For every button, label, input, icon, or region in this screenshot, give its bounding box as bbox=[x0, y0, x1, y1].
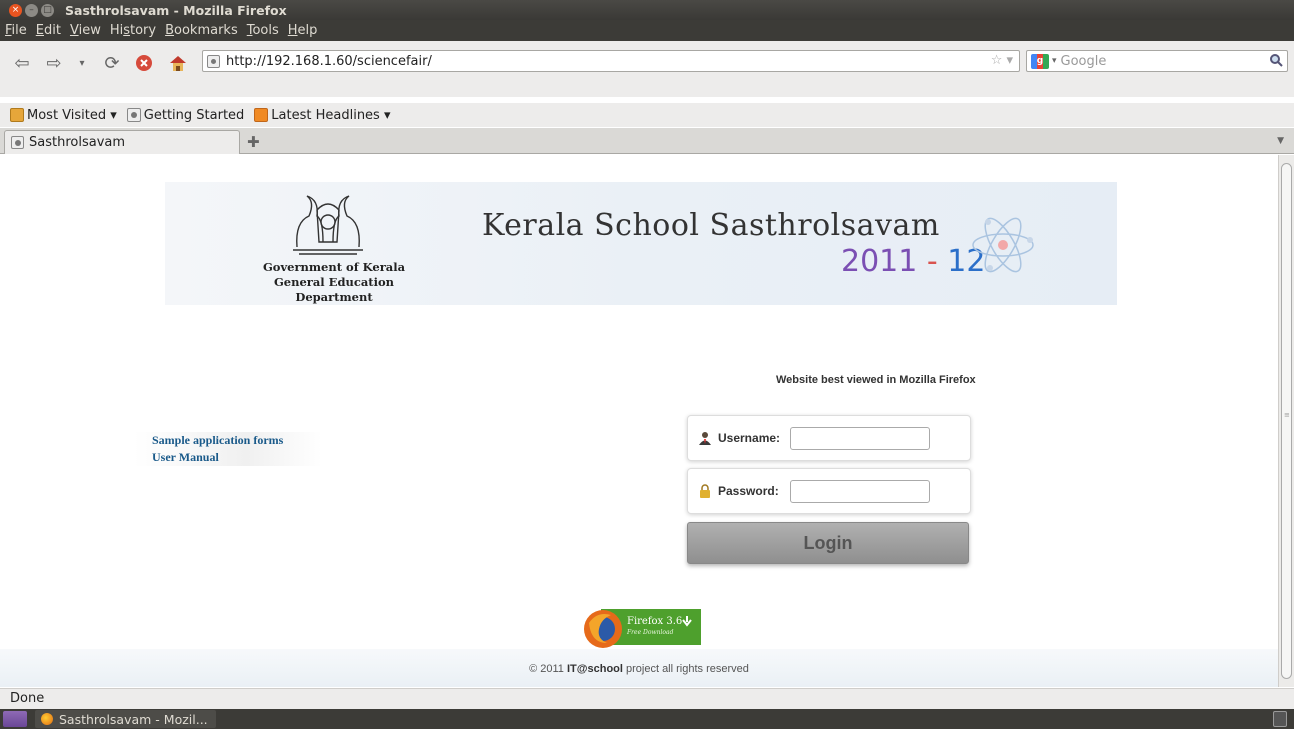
firefox-icon bbox=[41, 713, 53, 725]
rss-icon bbox=[254, 108, 269, 122]
back-arrow-icon: ⇦ bbox=[14, 52, 30, 74]
password-label: Password: bbox=[718, 484, 779, 498]
window-titlebar: × – □ Sasthrolsavam - Mozilla Firefox bbox=[0, 0, 1294, 20]
menu-view[interactable]: View bbox=[70, 23, 101, 38]
password-input[interactable] bbox=[790, 479, 930, 503]
lock-icon bbox=[698, 484, 712, 498]
banner-year: 2011 - 12 bbox=[841, 244, 985, 279]
footer-brand: IT@school bbox=[566, 663, 623, 675]
firefox-download-badge[interactable]: Firefox 3.6 Free Download bbox=[583, 609, 701, 649]
menu-access-key: H bbox=[287, 23, 298, 38]
username-label: Username: bbox=[718, 431, 781, 445]
url-text: http://192.168.1.60/sciencefair/ bbox=[226, 53, 432, 69]
best-viewed-note: Website best viewed in Mozilla Firefox bbox=[776, 374, 976, 386]
chevron-down-icon[interactable]: ▾ bbox=[1052, 56, 1057, 66]
govt-caption: Government of Kerala General Education D… bbox=[239, 260, 429, 305]
menu-access-key: B bbox=[165, 23, 175, 38]
stop-icon bbox=[136, 55, 152, 71]
site-identity-icon[interactable] bbox=[207, 54, 220, 68]
user-icon bbox=[698, 431, 712, 445]
menu-access-key: F bbox=[5, 23, 12, 38]
password-row: Password: bbox=[687, 468, 971, 514]
menu-tools[interactable]: Tools bbox=[247, 23, 279, 38]
window-title: Sasthrolsavam - Mozilla Firefox bbox=[65, 2, 287, 18]
search-icon[interactable] bbox=[1269, 53, 1283, 71]
kerala-emblem-icon bbox=[293, 195, 363, 255]
year-start: 2011 bbox=[841, 244, 918, 279]
bookmark-latest-headlines[interactable]: Latest Headlines ▾ bbox=[254, 107, 391, 123]
url-bar[interactable]: http://192.168.1.60/sciencefair/ ☆ ▾ bbox=[202, 50, 1020, 72]
vertical-scrollbar[interactable]: ≡ bbox=[1278, 155, 1294, 687]
taskbar-item-label: Sasthrolsavam - Mozil... bbox=[59, 711, 208, 727]
menu-edit[interactable]: Edit bbox=[36, 23, 61, 38]
menu-access-key: s bbox=[123, 23, 130, 38]
new-tab-button[interactable]: ✚ bbox=[247, 133, 260, 151]
page-icon bbox=[11, 136, 24, 149]
search-box[interactable]: g ▾ Google bbox=[1026, 50, 1288, 72]
menu-history[interactable]: History bbox=[110, 23, 156, 38]
tab-list-button[interactable]: ▼ bbox=[1277, 136, 1284, 146]
google-engine-icon[interactable]: g bbox=[1031, 53, 1049, 69]
banner-title: Kerala School Sasthrolsavam bbox=[482, 208, 940, 243]
search-placeholder: Google bbox=[1060, 53, 1107, 69]
stop-button[interactable] bbox=[132, 52, 156, 74]
home-button[interactable] bbox=[166, 52, 190, 74]
username-input[interactable] bbox=[790, 426, 930, 450]
maximize-window-button[interactable]: □ bbox=[41, 3, 54, 17]
forward-button[interactable]: ⇨ bbox=[42, 52, 66, 74]
trash-icon[interactable] bbox=[1273, 711, 1287, 727]
year-separator: - bbox=[917, 244, 948, 279]
show-desktop-button[interactable] bbox=[3, 711, 27, 727]
scrollbar-thumb[interactable] bbox=[1281, 163, 1292, 679]
page-icon bbox=[126, 108, 141, 122]
govt-line-2: General Education Department bbox=[273, 275, 395, 304]
side-links: Sample application forms User Manual bbox=[134, 432, 322, 466]
menu-file[interactable]: File bbox=[5, 23, 27, 38]
bookmark-getting-started[interactable]: Getting Started bbox=[126, 107, 245, 123]
tab-sasthrolsavam[interactable]: Sasthrolsavam bbox=[4, 130, 240, 154]
tab-label: Sasthrolsavam bbox=[29, 135, 126, 150]
bookmark-most-visited[interactable]: Most Visited ▾ bbox=[10, 108, 117, 123]
forward-arrow-icon: ⇨ bbox=[46, 52, 62, 74]
scrollbar-grip-icon: ≡ bbox=[1284, 411, 1290, 419]
history-dropdown-button[interactable]: ▾ bbox=[70, 52, 94, 74]
minimize-window-button[interactable]: – bbox=[25, 3, 38, 17]
footer-suffix: project all rights reserved bbox=[622, 663, 749, 675]
back-button[interactable]: ⇦ bbox=[10, 52, 34, 74]
bookmarks-toolbar: Most Visited ▾ Getting Started Latest He… bbox=[0, 103, 1294, 127]
menu-access-key: E bbox=[35, 23, 44, 38]
navigation-toolbar: ⇦ ⇨ ▾ ⟳ http://192.168.1.60/sciencefair/… bbox=[0, 41, 1294, 97]
taskbar-item-firefox[interactable]: Sasthrolsavam - Mozil... bbox=[35, 710, 216, 728]
sample-application-forms-link[interactable]: Sample application forms bbox=[134, 432, 322, 449]
reload-icon: ⟳ bbox=[104, 52, 120, 74]
badge-name: Firefox 3.6 bbox=[627, 616, 682, 627]
badge-sub: Free Download bbox=[626, 629, 674, 636]
login-button[interactable]: Login bbox=[687, 522, 969, 564]
status-bar: Done bbox=[0, 688, 1294, 709]
page-footer: © 2011 IT@school project all rights rese… bbox=[0, 649, 1278, 687]
chevron-down-icon: ▾ bbox=[79, 57, 85, 69]
bookmark-label: Latest Headlines ▾ bbox=[271, 107, 391, 123]
user-manual-link[interactable]: User Manual bbox=[134, 449, 322, 466]
bookmark-star-icon[interactable]: ☆ ▾ bbox=[991, 53, 1013, 68]
desktop-taskbar: Sasthrolsavam - Mozil... bbox=[0, 709, 1294, 729]
menu-help[interactable]: Help bbox=[288, 23, 318, 38]
menu-bookmarks[interactable]: Bookmarks bbox=[165, 23, 238, 38]
reload-button[interactable]: ⟳ bbox=[100, 52, 124, 74]
username-row: Username: bbox=[687, 415, 971, 461]
folder-icon bbox=[10, 108, 24, 122]
footer-prefix: © 2011 bbox=[529, 663, 567, 675]
menu-access-key: V bbox=[69, 23, 79, 38]
bookmark-label: Getting Started bbox=[143, 107, 245, 123]
bookmark-label: Most Visited ▾ bbox=[27, 107, 117, 123]
header-banner: Government of Kerala General Education D… bbox=[165, 182, 1117, 305]
menu-access-key: T bbox=[246, 23, 253, 38]
tab-bar: Sasthrolsavam ✚ ▼ bbox=[0, 128, 1294, 154]
close-window-button[interactable]: × bbox=[9, 3, 22, 17]
home-icon bbox=[170, 56, 186, 71]
page-content: Government of Kerala General Education D… bbox=[0, 155, 1278, 687]
govt-line-1: Government of Kerala bbox=[262, 260, 406, 274]
menu-bar: File Edit View History Bookmarks Tools H… bbox=[0, 20, 1294, 41]
atom-icon bbox=[972, 217, 1034, 273]
